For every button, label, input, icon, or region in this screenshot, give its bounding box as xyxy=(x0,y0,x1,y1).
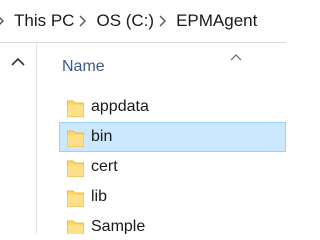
folder-icon xyxy=(67,218,84,234)
sort-ascending-icon xyxy=(230,48,242,61)
chevron-right-icon[interactable] xyxy=(79,15,91,27)
column-header-name[interactable]: Name xyxy=(62,58,105,76)
explorer-window: This PC OS (C:) EPMAgent Name appdata bi… xyxy=(0,0,286,234)
list-item-label: Sample xyxy=(91,218,146,234)
list-item-label: lib xyxy=(91,188,108,205)
chevron-right-icon[interactable] xyxy=(159,15,171,27)
column-header: Name xyxy=(37,43,286,87)
navigation-pane xyxy=(0,43,37,234)
chevron-up-icon[interactable] xyxy=(10,55,26,67)
list-item-bin[interactable]: bin xyxy=(59,122,286,152)
file-list: appdata bin cert lib Sample xyxy=(37,92,286,234)
breadcrumb-item-os-c[interactable]: OS (C:) xyxy=(91,0,159,42)
folder-icon xyxy=(67,98,84,117)
list-item-label: appdata xyxy=(91,98,149,115)
list-item-lib[interactable]: lib xyxy=(37,182,286,212)
list-item-sample[interactable]: Sample xyxy=(37,212,286,234)
folder-icon xyxy=(67,188,84,207)
list-item-appdata[interactable]: appdata xyxy=(37,92,286,122)
breadcrumb-item-this-pc[interactable]: This PC xyxy=(9,0,79,42)
list-item-label: cert xyxy=(91,158,118,175)
breadcrumb-item-epmagent[interactable]: EPMAgent xyxy=(171,0,262,42)
breadcrumb: This PC OS (C:) EPMAgent xyxy=(0,0,286,43)
list-item-cert[interactable]: cert xyxy=(37,152,286,182)
chevron-right-icon[interactable] xyxy=(0,15,9,27)
folder-icon xyxy=(67,158,84,177)
folder-icon xyxy=(67,128,84,147)
list-item-label: bin xyxy=(91,128,113,145)
